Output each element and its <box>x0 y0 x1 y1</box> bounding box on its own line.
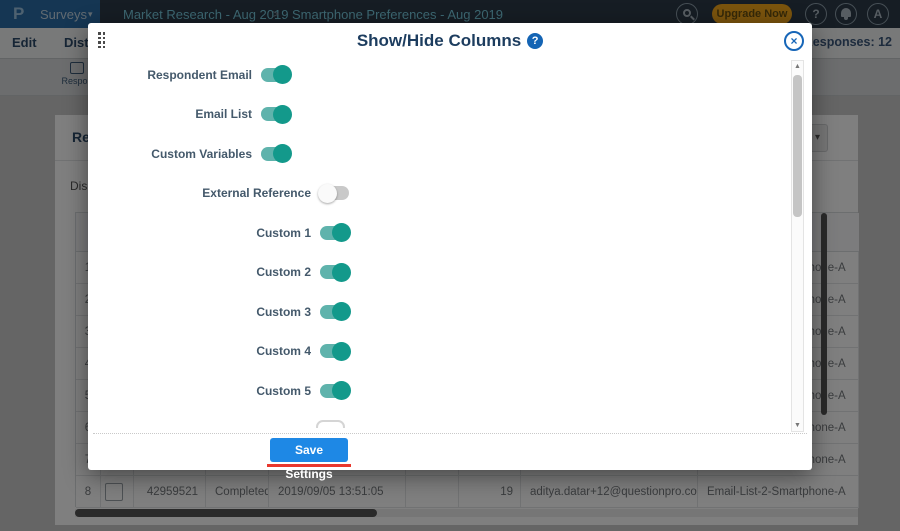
toggle-knob <box>332 341 351 361</box>
toggle-label: Custom 3 <box>256 304 311 319</box>
columns-toggle-list: Respondent Email Email List Custom Variabl… <box>88 59 788 428</box>
save-settings-button[interactable]: Save Settings <box>270 438 348 481</box>
toggle-row: Respondent Email <box>88 65 292 84</box>
column-toggle-off[interactable] <box>318 183 349 203</box>
toggle-knob <box>273 144 292 163</box>
toggle-label: Respondent Email <box>147 67 252 82</box>
toggle-label: External Reference <box>202 186 311 200</box>
column-toggle-on[interactable] <box>261 144 292 163</box>
modal-scroll-thumb[interactable] <box>793 75 802 217</box>
show-hide-columns-modal: Show/Hide Columns? × Respondent Email Ema… <box>88 23 812 481</box>
toggle-knob <box>318 183 337 203</box>
toggle-label: Email List <box>195 107 252 121</box>
toggle-row: Custom 1 <box>88 223 351 242</box>
column-toggle-on[interactable] <box>320 381 351 400</box>
toggle-row: Custom Variables <box>88 144 292 163</box>
column-toggle-on[interactable] <box>320 302 351 321</box>
toggle-knob <box>273 104 292 124</box>
scroll-down-icon[interactable]: ▼ <box>792 422 803 429</box>
partially-scrolled-toggle <box>316 420 345 428</box>
toggle-row: Custom 2 <box>88 262 351 282</box>
toggle-row: Custom 3 <box>88 302 351 321</box>
toggle-label: Custom 4 <box>256 344 311 358</box>
toggle-row: Custom 4 <box>88 341 351 361</box>
toggle-row: Email List <box>88 104 292 124</box>
toggle-label: Custom Variables <box>151 146 252 161</box>
toggle-label: Custom 1 <box>256 225 311 240</box>
column-toggle-on[interactable] <box>320 341 351 361</box>
toggle-knob <box>332 381 351 400</box>
toggle-knob <box>273 65 292 84</box>
modal-title: Show/Hide Columns <box>356 31 522 50</box>
toggle-knob <box>332 302 351 321</box>
column-toggle-on[interactable] <box>320 262 351 282</box>
modal-titlebar: Show/Hide Columns? <box>88 31 812 55</box>
column-toggle-on[interactable] <box>261 104 292 124</box>
footer-divider <box>93 433 807 434</box>
help-icon[interactable]: ? <box>527 33 544 49</box>
column-toggle-on[interactable] <box>261 65 292 84</box>
close-icon[interactable]: × <box>784 31 804 51</box>
toggle-knob <box>332 262 351 282</box>
toggle-row: External Reference <box>88 183 349 203</box>
toggle-row: Custom 5 <box>88 381 351 400</box>
scroll-up-icon[interactable]: ▲ <box>792 63 803 70</box>
toggle-label: Custom 2 <box>256 265 311 279</box>
toggle-knob <box>332 223 351 242</box>
column-toggle-on[interactable] <box>320 223 351 242</box>
modal-scrollbar[interactable]: ▲ ▼ <box>791 60 804 432</box>
toggle-label: Custom 5 <box>256 383 311 398</box>
red-underline-annotation <box>267 464 351 467</box>
